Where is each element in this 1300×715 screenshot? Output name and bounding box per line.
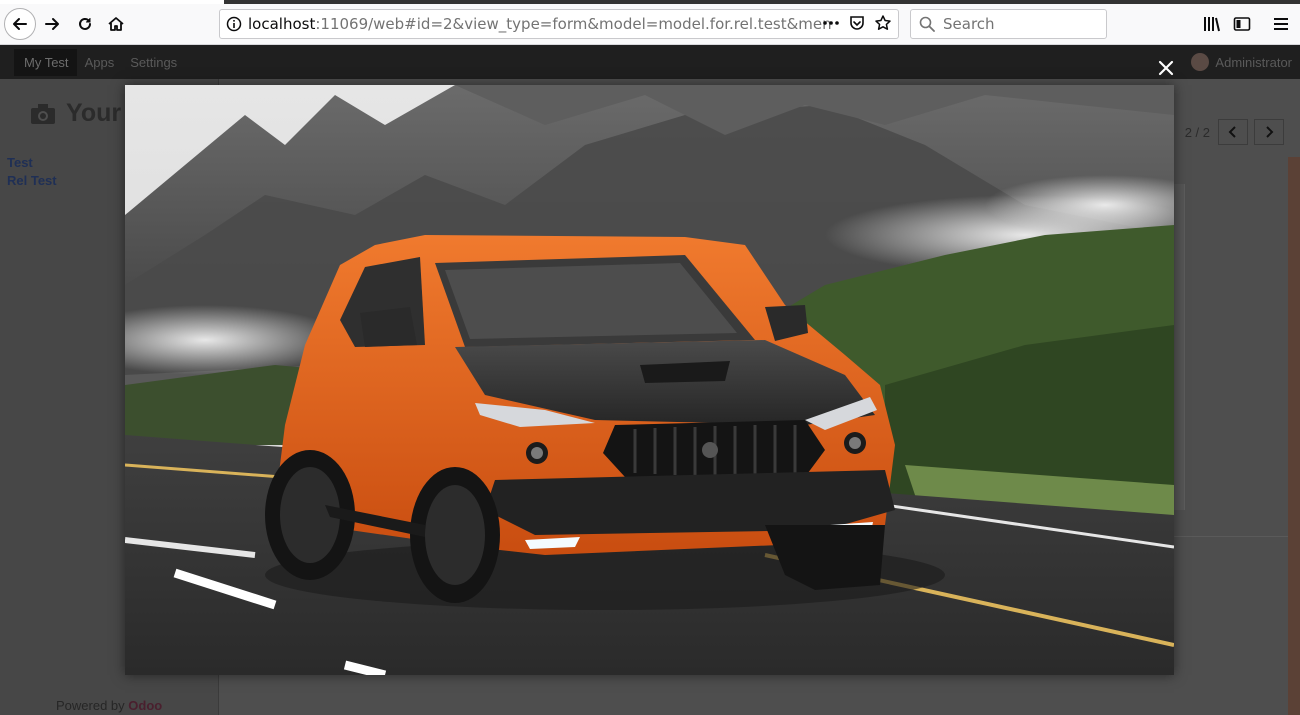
close-icon[interactable] bbox=[1155, 57, 1177, 79]
tab-strip-edge bbox=[0, 0, 1300, 4]
more-actions-icon[interactable] bbox=[822, 15, 840, 35]
bookmark-star-icon[interactable] bbox=[874, 14, 892, 36]
reload-icon bbox=[79, 17, 91, 30]
powered-by-label: Powered by bbox=[56, 698, 125, 713]
lightbox-image bbox=[125, 85, 1174, 675]
url-host: localhost bbox=[248, 15, 316, 33]
pager-value[interactable]: 2 / 2 bbox=[1185, 125, 1210, 140]
chevron-right-icon bbox=[1266, 126, 1274, 138]
page-title: Your bbox=[66, 99, 122, 127]
url-bar[interactable]: localhost:11069/web#id=2&view_type=form&… bbox=[219, 9, 899, 39]
odoo-main-navbar: My Test Apps Settings Administrator bbox=[0, 45, 1300, 79]
menu-item-my-test[interactable]: My Test bbox=[14, 49, 77, 76]
user-menu[interactable]: Administrator bbox=[1191, 53, 1292, 71]
url-text[interactable]: localhost:11069/web#id=2&view_type=form&… bbox=[248, 15, 833, 33]
avatar bbox=[1191, 53, 1210, 71]
search-input[interactable] bbox=[943, 15, 1093, 33]
user-name: Administrator bbox=[1215, 54, 1292, 70]
pager-previous-button[interactable] bbox=[1218, 119, 1248, 145]
form-scroll-accent bbox=[1288, 157, 1300, 715]
home-button[interactable] bbox=[102, 10, 130, 38]
sidebar-icon[interactable] bbox=[1230, 12, 1254, 36]
form-divider bbox=[1174, 536, 1300, 537]
sidebar-item-test[interactable]: Test bbox=[7, 155, 33, 170]
url-path: :11069/web#id=2&view_type=form&model=mod… bbox=[315, 15, 833, 33]
back-button[interactable] bbox=[4, 8, 36, 40]
forward-button[interactable] bbox=[38, 10, 66, 38]
odoo-brand-link[interactable]: Odoo bbox=[128, 698, 162, 713]
search-icon bbox=[919, 16, 935, 32]
record-pager: 2 / 2 bbox=[1185, 119, 1284, 145]
form-sheet-edge bbox=[1173, 184, 1185, 510]
odoo-app-menu: My Test Apps Settings bbox=[14, 49, 185, 76]
pager-next-button[interactable] bbox=[1254, 119, 1284, 145]
menu-item-apps[interactable]: Apps bbox=[77, 49, 123, 76]
chevron-left-icon bbox=[1228, 126, 1236, 138]
browser-toolbar: localhost:11069/web#id=2&view_type=form&… bbox=[0, 0, 1300, 45]
menu-item-settings[interactable]: Settings bbox=[122, 49, 185, 76]
home-icon bbox=[108, 17, 124, 31]
sidebar-item-rel-test[interactable]: Rel Test bbox=[7, 173, 57, 188]
pocket-icon[interactable] bbox=[848, 14, 866, 36]
hamburger-menu-icon[interactable] bbox=[1269, 12, 1293, 36]
back-arrow-icon bbox=[13, 18, 27, 30]
search-bar[interactable] bbox=[910, 9, 1107, 39]
page-title-area: Your bbox=[30, 99, 121, 128]
reload-button[interactable] bbox=[71, 10, 99, 38]
car-photo bbox=[125, 85, 1174, 675]
camera-icon bbox=[31, 103, 55, 124]
forward-arrow-icon bbox=[45, 18, 59, 30]
page-info-icon[interactable] bbox=[220, 16, 248, 32]
library-icon[interactable] bbox=[1200, 12, 1224, 36]
powered-by-footer: Powered by Odoo bbox=[56, 698, 162, 713]
